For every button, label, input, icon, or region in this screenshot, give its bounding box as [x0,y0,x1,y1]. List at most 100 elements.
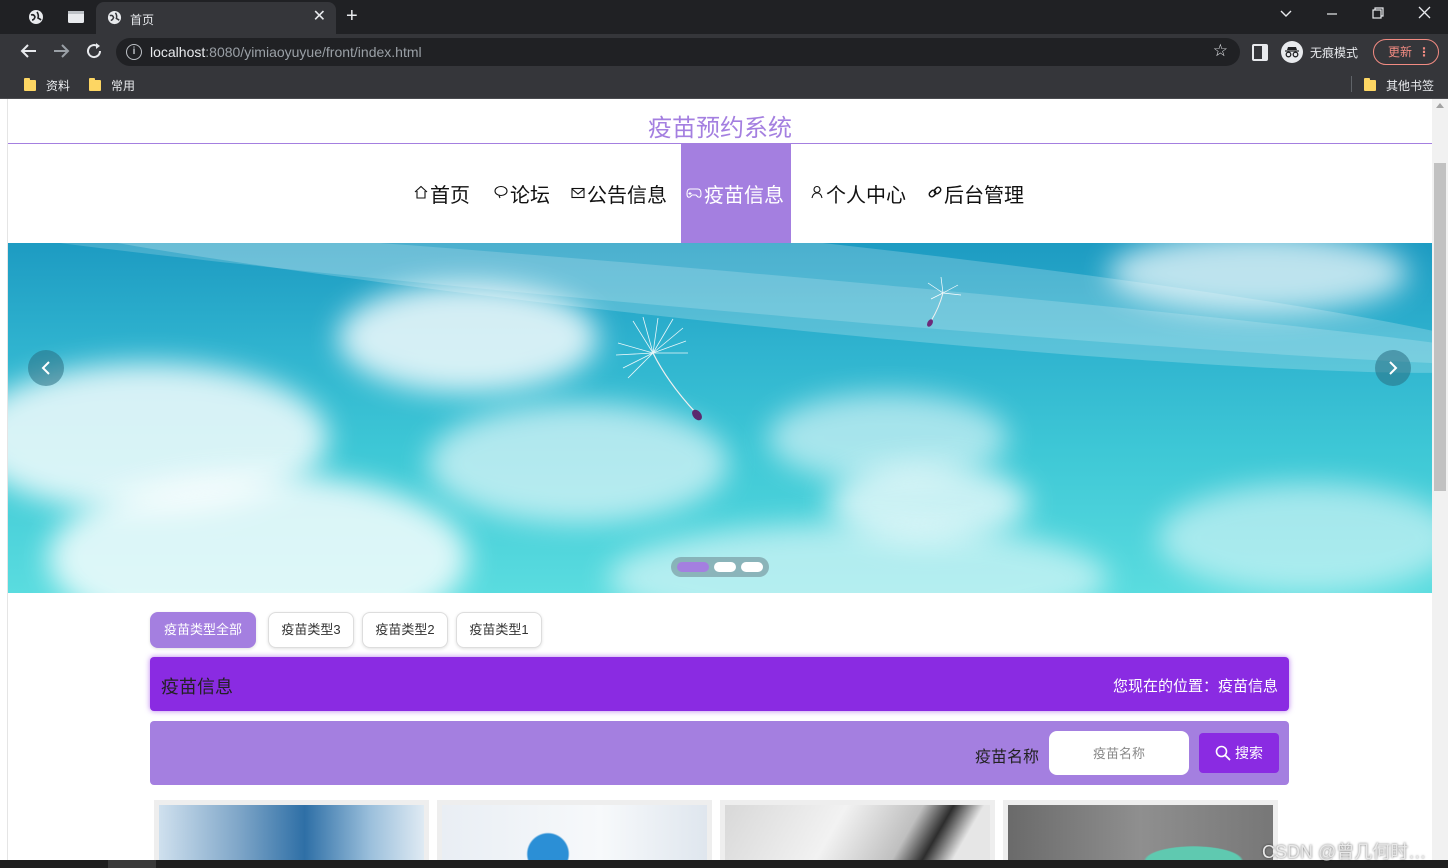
vaccine-card[interactable] [1003,800,1278,860]
nav-item-home[interactable]: 首页 [414,144,470,243]
vaccine-card-image [159,805,424,860]
nav-item-profile[interactable]: 个人中心 [810,144,906,243]
folder-icon [89,78,101,91]
gamepad-icon [686,186,702,202]
user-icon [810,185,824,202]
watermark-text: CSDN @曾几何时… [1262,842,1427,862]
scroll-thumb[interactable] [1434,163,1446,491]
search-button-label: 搜索 [1235,745,1263,761]
tab-search-icon[interactable] [66,7,86,27]
bookmark-star-icon[interactable]: ☆ [1213,41,1228,61]
cloud-shape [338,283,598,393]
nav-label: 疫苗信息 [704,185,784,207]
search-panel: 疫苗名称 搜索 [150,721,1289,785]
left-gutter [0,99,8,860]
nav-label: 公告信息 [587,185,667,207]
globe-icon[interactable] [26,7,46,27]
browser-tab-active[interactable]: 首页 ✕ [96,2,336,34]
vaccine-card[interactable] [720,800,995,860]
mail-icon [571,186,585,202]
other-bookmarks-label: 其他书签 [1386,79,1435,93]
search-label: 疫苗名称 [975,749,1040,766]
filter-type2-button[interactable]: 疫苗类型2 [362,612,448,648]
filter-type3-button[interactable]: 疫苗类型3 [268,612,354,648]
link-icon [928,185,942,202]
nav-item-notices[interactable]: 公告信息 [571,144,667,243]
browser-toolbar: i localhost:8080/yimiaoyuyue/front/index… [0,34,1448,70]
carousel-prev-button[interactable] [28,350,64,386]
address-bar[interactable]: i localhost:8080/yimiaoyuyue/front/index… [116,38,1240,66]
incognito-icon [1281,41,1303,63]
window-close-icon[interactable] [1418,6,1431,22]
dandelion-seed-image [615,316,702,421]
search-button[interactable]: 搜索 [1199,733,1279,773]
close-icon[interactable]: ✕ [313,8,326,26]
main-nav: 首页 论坛 公告信息 疫苗信息 个人中心 后台管理 [8,144,1432,243]
nav-item-vaccine-info[interactable]: 疫苗信息 [681,144,791,243]
chat-bubble-icon [494,185,508,202]
nav-item-admin[interactable]: 后台管理 [928,144,1024,243]
bookmark-label: 常用 [111,79,136,93]
page-scrollbar[interactable] [1432,99,1448,860]
url-text: localhost:8080/yimiaoyuyue/front/index.h… [150,44,422,60]
os-taskbar [0,860,1448,868]
globe-icon [107,10,122,30]
tab-title: 首页 [130,13,155,27]
section-header: 疫苗信息 您现在的位置：疫苗信息 [150,657,1289,711]
bookmark-label: 资料 [46,79,71,93]
bookmarks-bar: 资料 常用 其他书签 [0,70,1448,99]
new-tab-button[interactable]: + [346,5,358,27]
nav-label: 后台管理 [944,185,1024,207]
vaccine-card-image [1008,805,1273,860]
other-bookmarks[interactable]: 其他书签 [1364,77,1434,94]
home-icon [414,185,428,202]
folder-icon [24,78,36,91]
minimize-icon[interactable] [1326,3,1338,26]
update-button[interactable]: 更新 ⋮ [1373,39,1439,65]
site-title: 疫苗预约系统 [648,115,792,142]
chevron-right-icon [1389,361,1398,375]
page-viewport: 疫苗预约系统 首页 论坛 公告信息 疫苗信息 个人中心 后台管理 疫苗类型全部 … [8,99,1432,860]
vaccine-card[interactable] [437,800,712,860]
more-vert-icon[interactable]: ⋮ [1418,40,1430,64]
nav-item-forum[interactable]: 论坛 [494,144,550,243]
reload-icon[interactable] [85,42,103,64]
carousel-dot[interactable] [741,562,763,572]
tab-search-chevron-icon[interactable] [1280,6,1292,22]
vaccine-card-list [154,800,1289,860]
nav-label: 论坛 [510,185,550,207]
update-label: 更新 [1388,45,1413,59]
bookmark-folder[interactable]: 常用 [89,77,135,94]
nav-label: 首页 [430,185,470,207]
carousel-dot[interactable] [714,562,736,572]
carousel-next-button[interactable] [1375,350,1411,386]
filter-all-button[interactable]: 疫苗类型全部 [150,612,256,648]
taskbar-item[interactable] [108,860,156,868]
bookmark-divider [1351,76,1352,92]
back-arrow-icon[interactable] [20,42,38,64]
scroll-up-arrow-icon[interactable] [1436,103,1444,108]
side-panel-icon[interactable] [1252,44,1268,61]
incognito-indicator[interactable]: 无痕模式 [1278,38,1366,66]
carousel-dot[interactable] [677,562,709,572]
vaccine-card-image [442,805,707,860]
bookmark-folder[interactable]: 资料 [24,77,70,94]
info-icon[interactable]: i [126,44,142,60]
restore-icon[interactable] [1372,6,1384,22]
chevron-left-icon [41,361,50,375]
cloud-shape [1158,483,1432,593]
folder-icon [1364,78,1376,91]
dandelion-seed-small-image [927,276,962,327]
filter-type1-button[interactable]: 疫苗类型1 [456,612,542,648]
vaccine-card-image [725,805,990,860]
nav-label: 个人中心 [826,185,906,207]
browser-tab-bar: 首页 ✕ + [0,0,1448,34]
vaccine-card[interactable] [154,800,429,860]
incognito-label: 无痕模式 [1310,45,1359,60]
breadcrumb: 您现在的位置：疫苗信息 [1112,678,1278,695]
carousel-indicators [671,557,769,577]
forward-arrow-icon[interactable] [52,42,70,64]
search-icon [1215,745,1231,761]
banner-carousel [8,243,1432,593]
vaccine-name-search-input[interactable] [1049,731,1189,775]
